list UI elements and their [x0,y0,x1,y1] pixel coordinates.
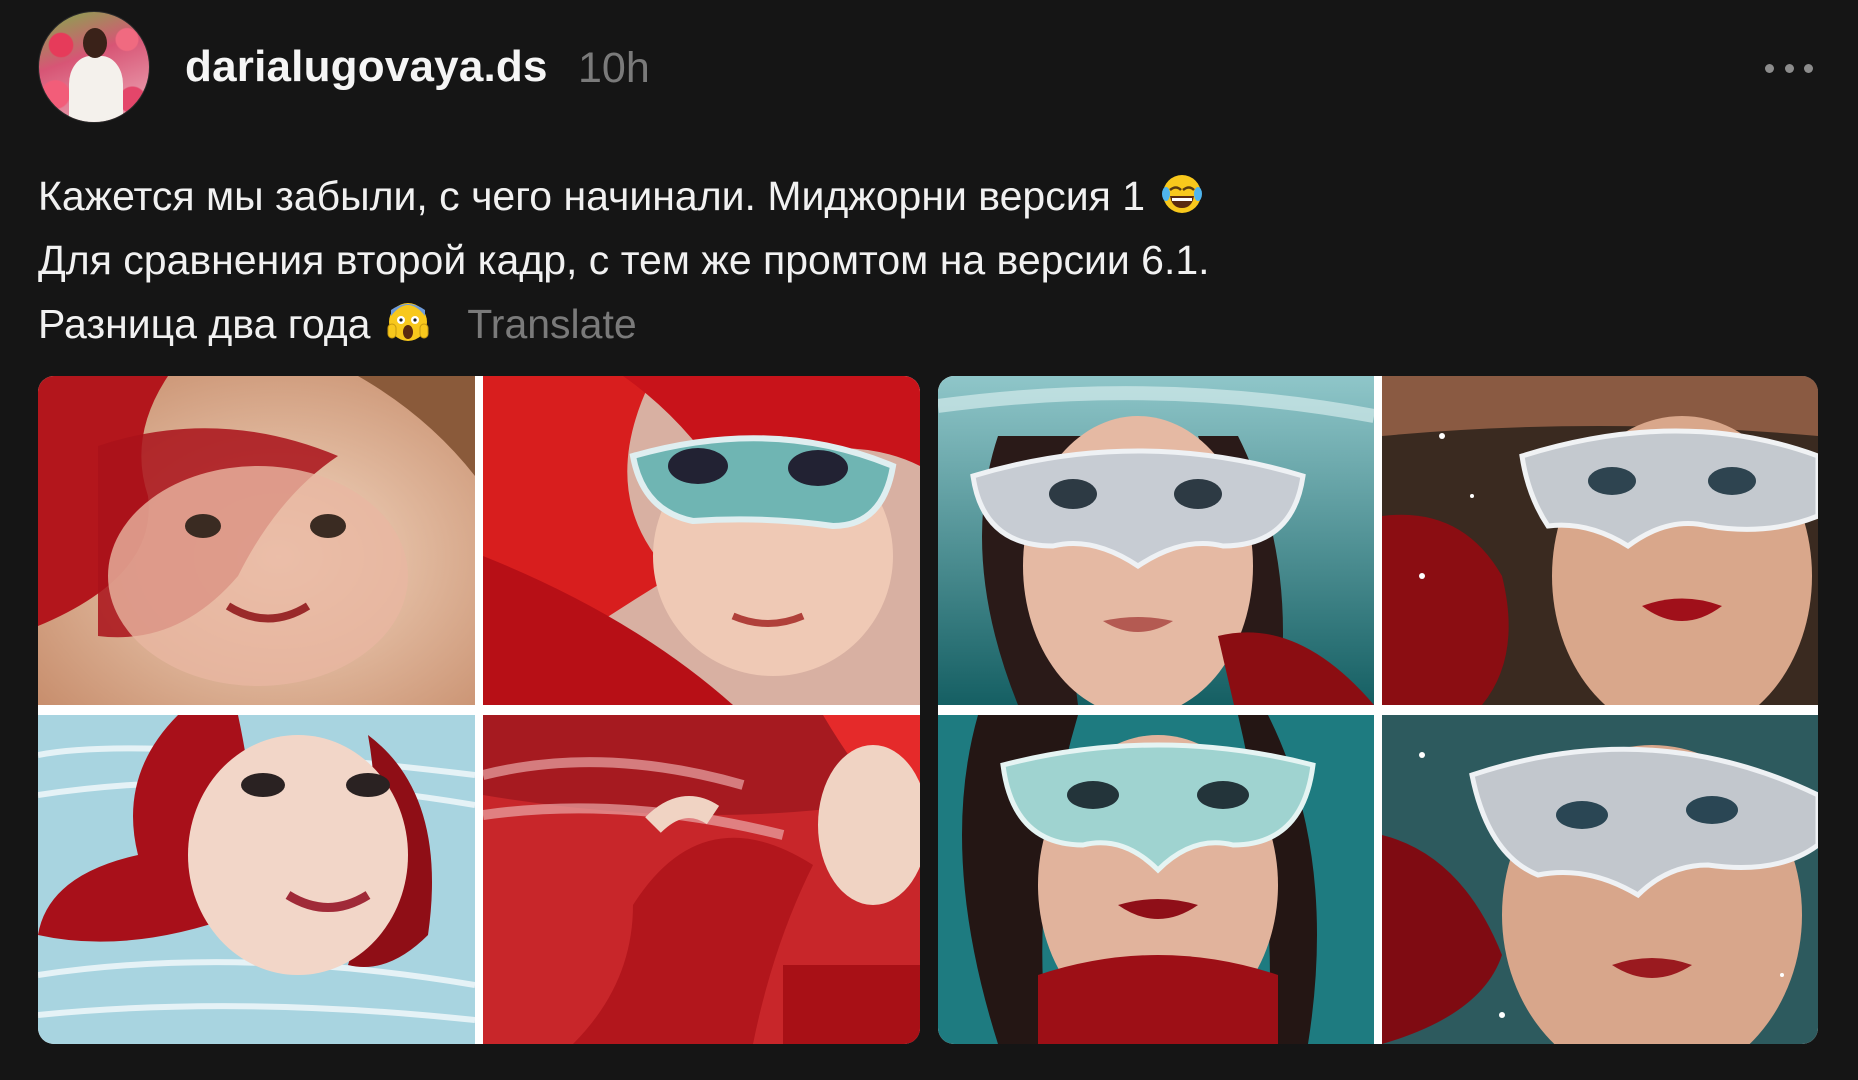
post-timestamp: 10h [578,44,650,92]
avatar-figure [69,56,123,122]
caption-text: Разница два года [38,301,371,347]
caption-line-1: Кажется мы забыли, с чего начинали. Мидж… [38,164,1210,228]
collage-tile [938,376,1374,705]
laughing-emoji-icon [1162,175,1203,213]
avatar-head [83,28,107,58]
caption-line-2: Для сравнения второй кадр, с тем же пром… [38,237,1210,283]
username[interactable]: darialugovaya.ds [185,42,548,92]
collage-divider [1374,376,1382,1044]
screaming-emoji-icon [387,303,429,341]
collage-tile [483,715,920,1044]
more-options-button[interactable] [1765,50,1813,86]
collage-tile [1382,376,1818,705]
more-dot-icon [1765,63,1774,73]
post-caption: Кажется мы забыли, с чего начинали. Мидж… [38,164,1210,356]
caption-line-3: Разница два года Translate [38,292,1210,356]
translate-link[interactable]: Translate [467,301,636,347]
collage-tile [938,715,1374,1044]
collage-tile [483,376,920,705]
image-collage-v1[interactable] [38,376,920,1044]
user-avatar[interactable] [38,11,150,123]
collage-tile [1382,715,1818,1044]
collage-tile [38,715,475,1044]
image-collage-v6[interactable] [938,376,1818,1044]
collage-tile [38,376,475,705]
more-dot-icon [1784,63,1794,73]
more-dot-icon [1804,63,1813,73]
caption-text: Кажется мы забыли, с чего начинали. Мидж… [38,173,1145,219]
collage-divider [475,376,483,1044]
threads-post: darialugovaya.ds 10h Кажется мы забыли, … [0,0,1858,1080]
